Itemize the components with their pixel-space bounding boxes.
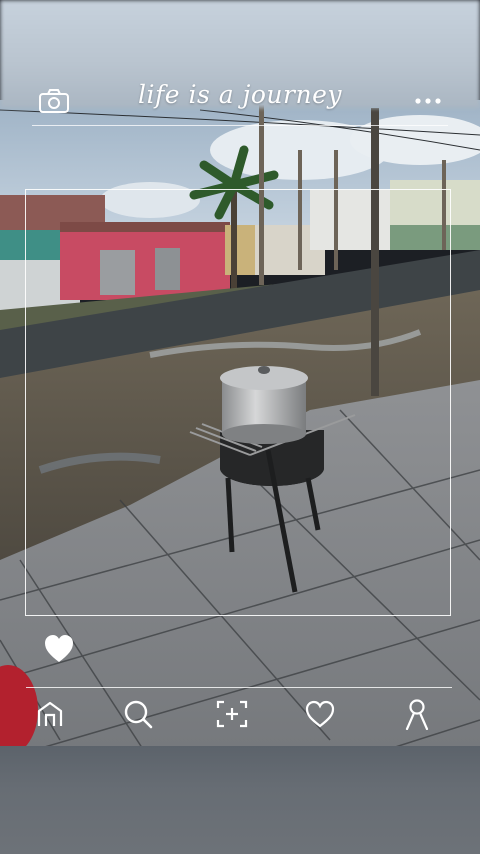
heart-filled-icon[interactable]: [42, 626, 76, 666]
bottom-blur-overlay: [0, 746, 480, 854]
top-bar: life is a journey: [0, 78, 480, 124]
more-dots-icon[interactable]: [410, 86, 446, 116]
app-title: life is a journey: [138, 80, 342, 109]
add-post-icon[interactable]: [212, 694, 252, 734]
search-icon[interactable]: [118, 694, 158, 734]
bottom-nav: [0, 694, 480, 738]
profile-icon[interactable]: [397, 694, 437, 734]
heart-outline-icon[interactable]: [300, 694, 340, 734]
home-icon[interactable]: [30, 694, 70, 734]
